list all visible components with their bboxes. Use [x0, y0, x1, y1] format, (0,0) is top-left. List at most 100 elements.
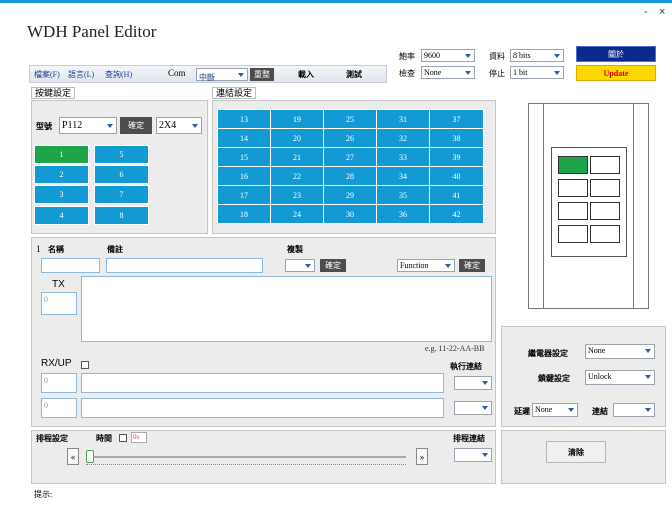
tx-command-textarea[interactable] — [81, 276, 492, 342]
link-key[interactable]: 15 — [217, 147, 271, 167]
link-key[interactable]: 16 — [217, 166, 271, 186]
link-key[interactable]: 25 — [323, 109, 377, 129]
stop-bits-select[interactable]: 1 bit — [510, 66, 564, 79]
key-button[interactable]: 7 — [94, 185, 149, 204]
function-confirm-button[interactable]: 確定 — [459, 259, 485, 272]
schedule-slider-track[interactable] — [86, 456, 406, 458]
copy-confirm-button[interactable]: 確定 — [320, 259, 346, 272]
test-button[interactable]: 測試 — [346, 69, 362, 80]
panel-key-preview[interactable] — [590, 225, 620, 243]
name-input[interactable] — [41, 258, 100, 273]
panel-key-preview[interactable] — [558, 156, 588, 174]
load-button[interactable]: 載入 — [298, 69, 314, 80]
link-key[interactable]: 21 — [270, 147, 324, 167]
link-key[interactable]: 22 — [270, 166, 324, 186]
chevron-down-icon — [551, 50, 563, 61]
link-key[interactable]: 19 — [270, 109, 324, 129]
minimize-button[interactable]: - — [644, 6, 648, 18]
link-key[interactable]: 39 — [429, 147, 484, 167]
link-key[interactable]: 17 — [217, 185, 271, 205]
menu-file[interactable]: 檔案(F) — [34, 69, 60, 80]
relay-label: 繼電器設定 — [528, 349, 568, 358]
panel-key-preview[interactable] — [558, 179, 588, 197]
link-key[interactable]: 20 — [270, 128, 324, 148]
key-button[interactable]: 5 — [94, 145, 149, 164]
panel-key-preview[interactable] — [590, 179, 620, 197]
link-key[interactable]: 38 — [429, 128, 484, 148]
panel-key-preview[interactable] — [558, 225, 588, 243]
link-key[interactable]: 29 — [323, 185, 377, 205]
delay-value: None — [535, 405, 553, 414]
time-checkbox[interactable] — [119, 434, 127, 442]
panel-key-preview[interactable] — [558, 202, 588, 220]
delay-select[interactable]: None — [532, 403, 578, 417]
chevron-down-icon — [479, 402, 491, 413]
note-input[interactable] — [106, 258, 263, 273]
link-key[interactable]: 42 — [429, 204, 484, 224]
slider-left-button[interactable]: « — [67, 448, 79, 465]
link-key[interactable]: 26 — [323, 128, 377, 148]
copy-select[interactable] — [285, 259, 315, 272]
link-key[interactable]: 41 — [429, 185, 484, 205]
link-key[interactable]: 30 — [323, 204, 377, 224]
link-key[interactable]: 36 — [376, 204, 430, 224]
reset-button[interactable]: 重整 — [250, 68, 274, 81]
com-port-select[interactable]: 中斷 — [196, 68, 248, 82]
panel-key-preview[interactable] — [590, 202, 620, 220]
link-key[interactable]: 32 — [376, 128, 430, 148]
link-key[interactable]: 18 — [217, 204, 271, 224]
model-confirm-button[interactable]: 確定 — [120, 117, 152, 134]
exec-link-select-2[interactable] — [454, 401, 492, 415]
link-key[interactable]: 34 — [376, 166, 430, 186]
status-hint: 提示: — [34, 490, 53, 499]
menu-help[interactable]: 查詢(H) — [105, 69, 132, 80]
rx1-command-input[interactable] — [81, 373, 444, 393]
slider-right-button[interactable]: » — [416, 448, 428, 465]
about-button[interactable]: 關於 — [576, 46, 656, 62]
link-key[interactable]: 35 — [376, 185, 430, 205]
rxup-checkbox[interactable] — [81, 361, 89, 369]
clear-button[interactable]: 清除 — [546, 441, 606, 463]
menu-language[interactable]: 語言(L) — [68, 69, 94, 80]
link-key[interactable]: 27 — [323, 147, 377, 167]
rx1-number-input[interactable]: 0 — [41, 373, 77, 393]
key-button[interactable]: 3 — [34, 185, 89, 204]
key-button[interactable]: 1 — [34, 145, 89, 164]
baud-value: 9600 — [424, 51, 440, 60]
link-key[interactable]: 33 — [376, 147, 430, 167]
exec-link-label: 執行連結 — [450, 362, 482, 371]
exec-link-select-1[interactable] — [454, 376, 492, 390]
schedule-slider-thumb[interactable] — [86, 450, 94, 463]
link-key[interactable]: 14 — [217, 128, 271, 148]
rx2-command-input[interactable] — [81, 398, 444, 418]
panel-key-preview[interactable] — [590, 156, 620, 174]
link-key[interactable]: 13 — [217, 109, 271, 129]
panel-face — [551, 147, 627, 257]
key-button[interactable]: 6 — [94, 165, 149, 184]
parity-select[interactable]: None — [421, 66, 475, 79]
update-button[interactable]: Update — [576, 65, 656, 81]
key-button[interactable]: 2 — [34, 165, 89, 184]
link-key[interactable]: 40 — [429, 166, 484, 186]
link-key[interactable]: 31 — [376, 109, 430, 129]
link-key[interactable]: 37 — [429, 109, 484, 129]
schedule-link-select[interactable] — [454, 448, 492, 462]
relay-select[interactable]: None — [585, 344, 655, 359]
baud-label: 鮑率 — [399, 52, 415, 61]
tx-number-input[interactable]: 0 — [41, 292, 77, 315]
key-button[interactable]: 4 — [34, 206, 89, 225]
link-key[interactable]: 23 — [270, 185, 324, 205]
tx-number-value: 0 — [44, 295, 48, 304]
data-bits-select[interactable]: 8 bits — [510, 49, 564, 62]
layout-select[interactable]: 2X4 — [156, 117, 202, 134]
lock-select[interactable]: Unlock — [585, 370, 655, 385]
model-select[interactable]: P112 — [59, 117, 117, 134]
link-key[interactable]: 28 — [323, 166, 377, 186]
link-key[interactable]: 24 — [270, 204, 324, 224]
function-select[interactable]: Function — [397, 259, 455, 272]
close-button[interactable]: × — [659, 6, 665, 18]
baud-select[interactable]: 9600 — [421, 49, 475, 62]
key-button[interactable]: 8 — [94, 206, 149, 225]
relay-link-select[interactable] — [613, 403, 655, 417]
rx2-number-input[interactable]: 0 — [41, 398, 77, 418]
